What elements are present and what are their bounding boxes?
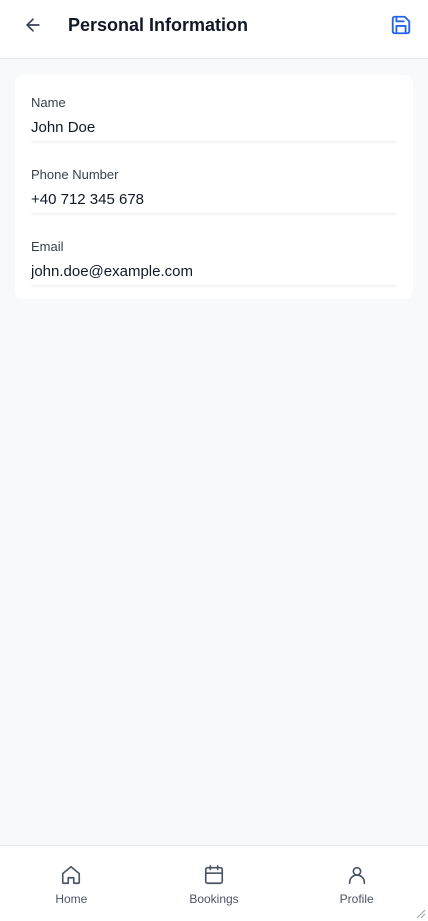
top-bar: Personal Information [0, 0, 428, 59]
save-button[interactable] [388, 12, 414, 38]
page-title: Personal Information [68, 15, 249, 35]
email-field-group: Email [31, 219, 397, 291]
nav-label-profile: Profile [339, 892, 374, 906]
phone-field[interactable] [31, 186, 397, 214]
nav-item-home[interactable]: Home [0, 846, 143, 921]
name-label: Name [31, 95, 66, 110]
nav-label-home: Home [55, 892, 88, 906]
arrow-left-icon [26, 18, 40, 32]
email-label: Email [31, 239, 64, 254]
save-icon [391, 15, 411, 35]
bottom-nav: Home Bookings Profile [0, 845, 428, 921]
nav-label-bookings: Bookings [189, 892, 239, 906]
personal-info-card: Name Phone Number Email [15, 75, 413, 299]
name-field-group: Name [31, 75, 397, 147]
email-field[interactable] [31, 258, 397, 286]
nav-item-profile[interactable]: Profile [285, 846, 428, 921]
home-icon [59, 863, 83, 887]
nav-item-bookings[interactable]: Bookings [143, 846, 286, 921]
phone-label: Phone Number [31, 167, 119, 182]
user-icon [345, 863, 369, 887]
resize-grip-icon[interactable] [414, 907, 426, 919]
phone-field-group: Phone Number [31, 147, 397, 219]
back-button[interactable] [20, 12, 46, 38]
app-root: Personal Information Name Phone Number E… [0, 0, 428, 921]
name-field[interactable] [31, 114, 397, 142]
calendar-icon [202, 863, 226, 887]
